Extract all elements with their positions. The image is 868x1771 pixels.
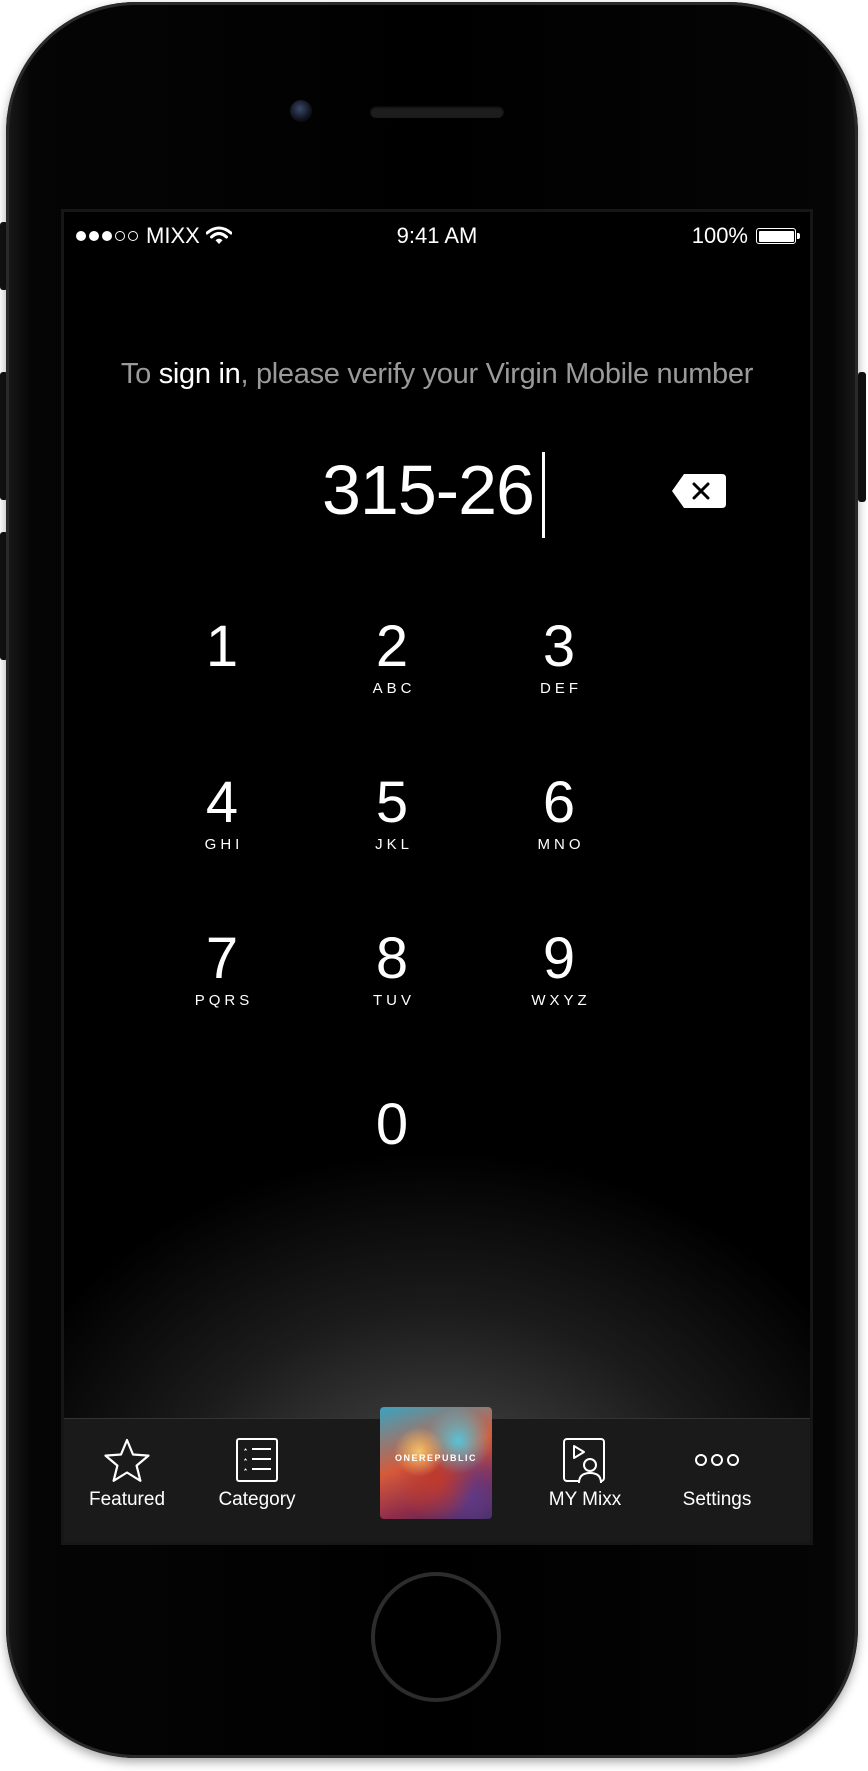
key-digit: 9	[542, 926, 576, 991]
key-letters: WXYZ	[531, 992, 591, 1009]
key-digit: 3	[542, 614, 576, 679]
key-digit: 0	[375, 1092, 409, 1157]
key-digit: 2	[375, 614, 409, 679]
star-icon	[104, 1438, 150, 1482]
keypad-key-5[interactable]: 5 JKL	[317, 770, 467, 854]
key-letters: JKL	[375, 836, 413, 853]
screen: MIXX 9:41 AM 100% To sign in, please ver…	[64, 212, 810, 1542]
keypad-key-6[interactable]: 6 MNO	[484, 770, 634, 854]
key-letters: PQRS	[194, 992, 254, 1009]
keypad-key-3[interactable]: 3 DEF	[484, 614, 634, 698]
power-button	[858, 372, 866, 502]
keypad-key-2[interactable]: 2 ABC	[317, 614, 467, 698]
key-digit: 1	[205, 614, 239, 679]
key-digit: 8	[375, 926, 409, 991]
key-letters: TUV	[373, 992, 415, 1009]
tab-category[interactable]: Category	[192, 1419, 322, 1519]
phone-frame: MIXX 9:41 AM 100% To sign in, please ver…	[6, 2, 858, 1758]
keypad: 1 2 ABC 3 DEF 4 GHI 5 JKL 6 MNO 7 PQRS 8…	[64, 212, 810, 1212]
key-letters: DEF	[540, 680, 582, 697]
key-digit: 5	[375, 770, 409, 835]
tab-bar: Featured Category ONEREPUBLIC MY Mixx Se…	[64, 1407, 810, 1542]
tab-my-mixx[interactable]: MY Mixx	[520, 1419, 650, 1519]
key-letters: GHI	[204, 836, 244, 853]
list-icon	[236, 1438, 278, 1482]
album-title: ONEREPUBLIC	[394, 1453, 477, 1463]
tab-label: Settings	[682, 1489, 752, 1510]
tab-featured[interactable]: Featured	[64, 1419, 192, 1519]
tab-label: Category	[218, 1489, 296, 1510]
keypad-key-9[interactable]: 9 WXYZ	[484, 926, 634, 1010]
keypad-key-0[interactable]: 0	[317, 1094, 467, 1158]
home-button[interactable]	[371, 1572, 501, 1702]
keypad-key-1[interactable]: 1	[147, 616, 297, 680]
more-icon	[695, 1454, 739, 1466]
front-camera	[290, 100, 312, 122]
key-letters: ABC	[372, 680, 416, 697]
key-letters: MNO	[537, 836, 585, 853]
now-playing-album-art[interactable]: ONEREPUBLIC	[380, 1407, 492, 1519]
key-digit: 7	[205, 926, 239, 991]
earpiece-speaker	[370, 106, 504, 118]
tab-settings[interactable]: Settings	[652, 1419, 782, 1519]
key-digit: 4	[205, 770, 239, 835]
tab-label: Featured	[88, 1489, 166, 1510]
my-mixx-icon	[563, 1438, 605, 1484]
keypad-key-4[interactable]: 4 GHI	[147, 770, 297, 854]
tab-label: MY Mixx	[548, 1489, 622, 1510]
keypad-key-8[interactable]: 8 TUV	[317, 926, 467, 1010]
key-digit: 6	[542, 770, 576, 835]
keypad-key-7[interactable]: 7 PQRS	[147, 926, 297, 1010]
